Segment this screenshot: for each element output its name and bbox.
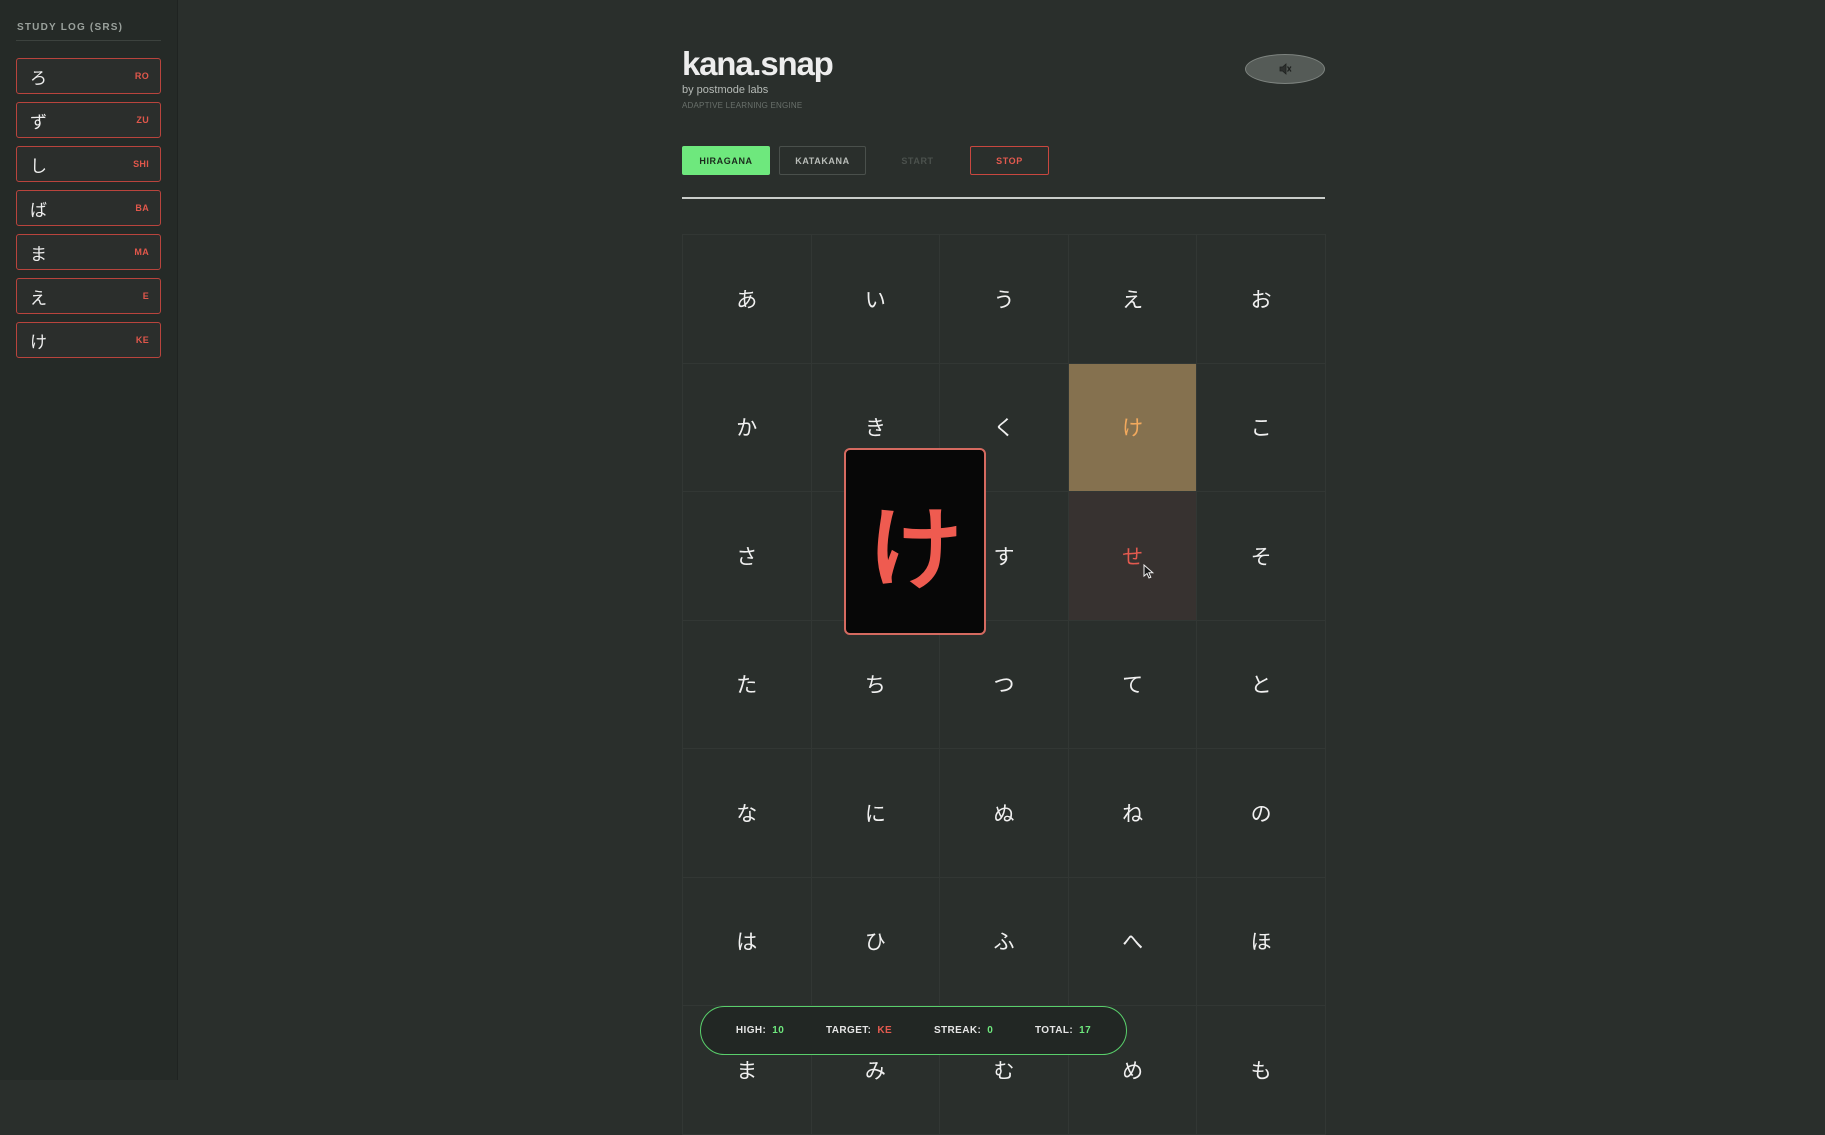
srs-item-kana: え bbox=[30, 288, 47, 309]
srs-item-zu[interactable]: ず ZU bbox=[16, 102, 161, 138]
stat-high-value: 10 bbox=[772, 1025, 785, 1036]
stop-button[interactable]: STOP bbox=[970, 146, 1049, 175]
kana-cell[interactable]: は bbox=[683, 877, 812, 1006]
kana-cell[interactable]: ほ bbox=[1197, 877, 1326, 1006]
kana-cell[interactable]: な bbox=[683, 749, 812, 878]
kana-cell-target[interactable]: け bbox=[1068, 363, 1198, 492]
kana-cell[interactable]: う bbox=[940, 235, 1069, 364]
stat-streak: STREAK: 0 bbox=[934, 1025, 993, 1036]
kana-cell-hover[interactable]: せ bbox=[1068, 492, 1198, 621]
kana-cell[interactable]: の bbox=[1197, 749, 1326, 878]
flash-card-kana: け bbox=[867, 497, 963, 603]
kana-cell[interactable]: こ bbox=[1197, 363, 1326, 492]
kana-grid: あ い う え お か き く け こ さ し す せ そ た ち つ て と … bbox=[682, 234, 1326, 1135]
srs-item-romaji: BA bbox=[135, 203, 149, 213]
kana-cell[interactable]: い bbox=[811, 235, 941, 364]
kana-cell[interactable]: ぬ bbox=[940, 749, 1069, 878]
kana-cell[interactable]: そ bbox=[1197, 492, 1326, 621]
hiragana-button[interactable]: HIRAGANA bbox=[682, 146, 770, 175]
srs-item-kana: し bbox=[30, 156, 47, 177]
srs-item-kana: け bbox=[30, 332, 47, 353]
stat-target-value: KE bbox=[877, 1025, 893, 1036]
study-log-sidebar: STUDY LOG (SRS) ろ RO ず ZU し SHI ば BA ま M… bbox=[0, 0, 178, 1080]
header-divider bbox=[682, 197, 1325, 199]
srs-item-e[interactable]: え E bbox=[16, 278, 161, 314]
stat-target: TARGET: KE bbox=[826, 1025, 892, 1036]
srs-item-romaji: RO bbox=[134, 71, 149, 81]
kana-cell[interactable]: ち bbox=[811, 620, 941, 749]
kana-cell[interactable]: ふ bbox=[940, 877, 1069, 1006]
srs-item-ma[interactable]: ま MA bbox=[16, 234, 161, 270]
stat-total-value: 17 bbox=[1079, 1025, 1092, 1036]
speaker-muted-icon bbox=[1279, 63, 1292, 75]
srs-item-kana: ま bbox=[30, 244, 47, 265]
kana-cell[interactable]: て bbox=[1068, 620, 1198, 749]
srs-list: ろ RO ず ZU し SHI ば BA ま MA え E け KE bbox=[16, 58, 161, 366]
kana-cell[interactable]: も bbox=[1197, 1006, 1326, 1135]
stat-total-label: TOTAL: bbox=[1034, 1025, 1074, 1036]
kana-cell[interactable]: え bbox=[1068, 235, 1198, 364]
mode-toolbar: HIRAGANA KATAKANA START STOP bbox=[682, 146, 1049, 175]
kana-cell[interactable]: さ bbox=[683, 492, 812, 621]
kana-cell[interactable]: に bbox=[811, 749, 941, 878]
sound-toggle-button[interactable] bbox=[1245, 54, 1325, 84]
srs-item-kana: ず bbox=[30, 112, 47, 133]
srs-item-kana: ろ bbox=[30, 68, 47, 89]
app-subtitle: by postmode labs bbox=[682, 84, 769, 96]
kana-cell[interactable]: と bbox=[1197, 620, 1326, 749]
srs-item-romaji: MA bbox=[134, 247, 149, 257]
kana-cell[interactable]: た bbox=[683, 620, 812, 749]
srs-item-romaji: E bbox=[142, 291, 149, 301]
kana-cell[interactable]: ね bbox=[1068, 749, 1198, 878]
flash-card: け bbox=[844, 448, 986, 635]
kana-cell[interactable]: か bbox=[683, 363, 812, 492]
katakana-button[interactable]: KATAKANA bbox=[779, 146, 866, 175]
srs-item-romaji: ZU bbox=[136, 115, 149, 125]
srs-item-romaji: SHI bbox=[133, 159, 149, 169]
srs-item-ro[interactable]: ろ RO bbox=[16, 58, 161, 94]
stat-target-label: TARGET: bbox=[826, 1025, 872, 1036]
stat-streak-value: 0 bbox=[987, 1025, 994, 1036]
kana-cell[interactable]: へ bbox=[1068, 877, 1198, 1006]
srs-item-ke[interactable]: け KE bbox=[16, 322, 161, 358]
kana-cell[interactable]: つ bbox=[940, 620, 1069, 749]
srs-item-ba[interactable]: ば BA bbox=[16, 190, 161, 226]
srs-item-romaji: KE bbox=[135, 335, 149, 345]
main-panel: kana.snap by postmode labs ADAPTIVE LEAR… bbox=[682, 0, 1326, 1135]
sidebar-title: STUDY LOG (SRS) bbox=[17, 22, 124, 33]
app-title: kana.snap bbox=[682, 45, 834, 82]
stat-streak-label: STREAK: bbox=[933, 1025, 982, 1036]
stat-high-label: HIGH: bbox=[735, 1025, 767, 1036]
srs-item-kana: ば bbox=[30, 200, 47, 221]
stat-high: HIGH: 10 bbox=[736, 1025, 784, 1036]
kana-cell[interactable]: あ bbox=[683, 235, 812, 364]
sidebar-divider bbox=[16, 40, 161, 41]
mouse-cursor-icon bbox=[1143, 564, 1155, 579]
kana-cell[interactable]: ひ bbox=[811, 877, 941, 1006]
stats-bar: HIGH: 10 TARGET: KE STREAK: 0 TOTAL: 17 bbox=[700, 1006, 1127, 1055]
stat-total: TOTAL: 17 bbox=[1035, 1025, 1091, 1036]
kana-cell[interactable]: お bbox=[1197, 235, 1326, 364]
srs-item-shi[interactable]: し SHI bbox=[16, 146, 161, 182]
start-button[interactable]: START bbox=[874, 146, 961, 175]
app-tagline: ADAPTIVE LEARNING ENGINE bbox=[682, 101, 803, 110]
